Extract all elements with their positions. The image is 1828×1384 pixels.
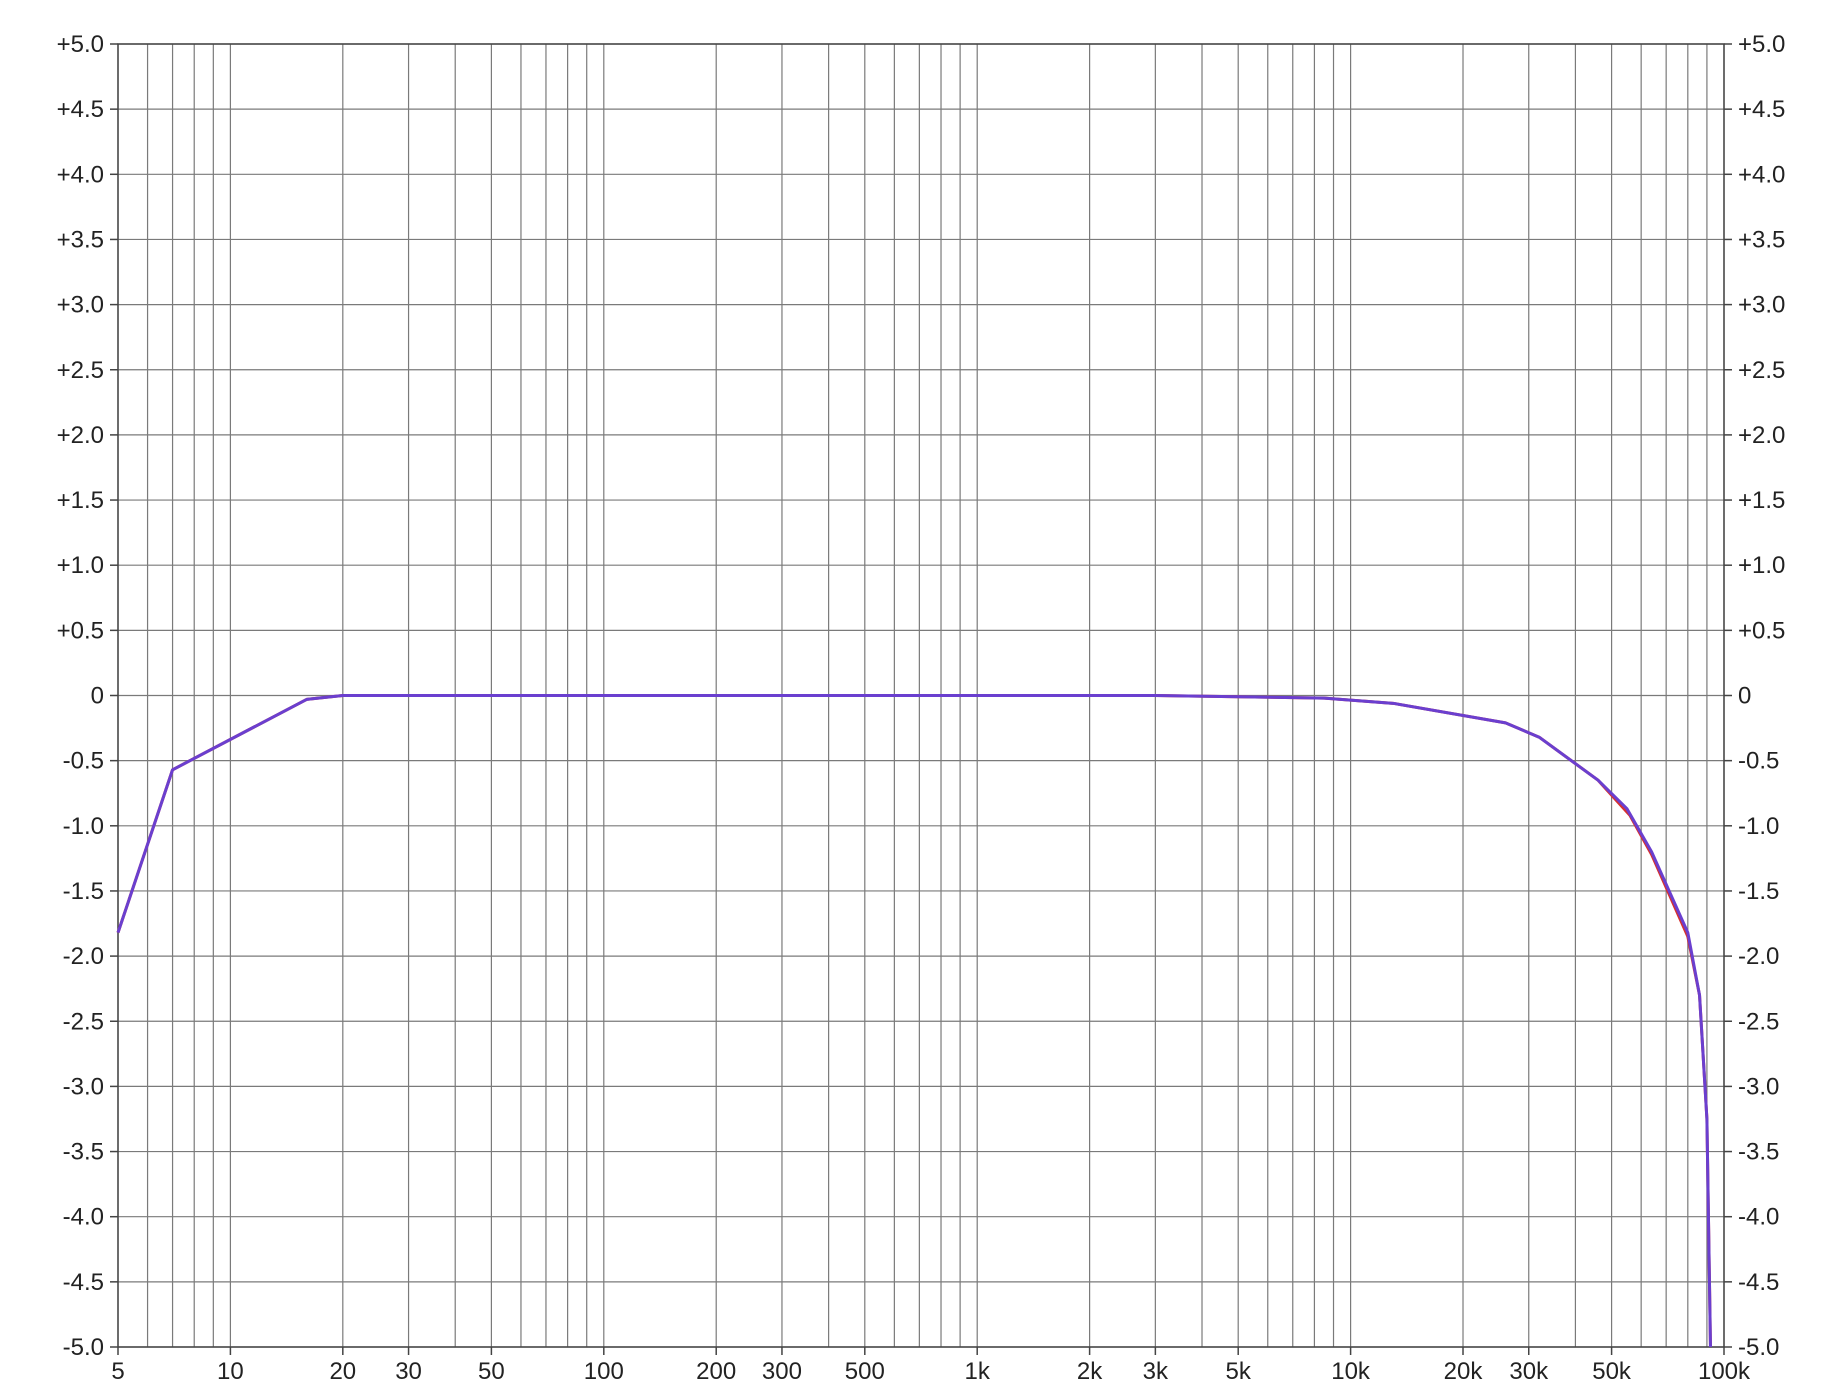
x-tick-label: 20 [329, 1358, 356, 1384]
y-tick-label-left: +4.5 [57, 96, 104, 123]
y-tick-label-right: -1.0 [1738, 813, 1779, 840]
y-tick-label-right: -3.0 [1738, 1073, 1779, 1100]
x-tick-label: 3k [1143, 1358, 1169, 1384]
y-axis-right: +5.0 +4.5 +4.0 +3.5 +3.0 +2.5 +2.0 +1.5 +1.0 +0.5… [1738, 31, 1785, 1361]
x-tick-label: 30 [395, 1358, 422, 1384]
y-tick-label-right: +5.0 [1738, 31, 1785, 58]
x-tick-label: 20k [1444, 1358, 1484, 1384]
y-tick-label-right: +3.5 [1738, 226, 1785, 253]
y-tick-label-right: +2.0 [1738, 422, 1785, 449]
y-tick-label-left: +2.5 [57, 357, 104, 384]
y-tick-label-right: +0.5 [1738, 617, 1785, 644]
y-tick-label-left: 0 [91, 683, 104, 710]
x-tick-label: 500 [845, 1358, 885, 1384]
y-tick-label-left: +3.0 [57, 292, 104, 319]
y-tick-label-left: -0.5 [63, 748, 104, 775]
y-tick-label-right: +1.5 [1738, 487, 1785, 514]
x-tick-label: 100 [584, 1358, 624, 1384]
x-tick-label: 200 [696, 1358, 736, 1384]
y-tick-label-right: +4.5 [1738, 96, 1785, 123]
y-tick-label-left: -1.5 [63, 878, 104, 905]
y-tick-label-right: +4.0 [1738, 161, 1785, 188]
y-tick-label-right: -4.5 [1738, 1269, 1779, 1296]
x-tick-label: 10 [217, 1358, 244, 1384]
x-tick-label: 2k [1077, 1358, 1103, 1384]
y-tick-label-right: -1.5 [1738, 878, 1779, 905]
y-tick-label-left: -2.5 [63, 1008, 104, 1035]
y-tick-label-left: -3.0 [63, 1073, 104, 1100]
y-tick-label-right: -2.0 [1738, 943, 1779, 970]
y-tick-label-right: -2.5 [1738, 1008, 1779, 1035]
x-tick-label: 5k [1226, 1358, 1252, 1384]
y-tick-label-right: +3.0 [1738, 292, 1785, 319]
x-tick-label: 5 [111, 1358, 124, 1384]
grid [110, 43, 1732, 1355]
x-tick-label: 50k [1592, 1358, 1632, 1384]
y-tick-label-left: +5.0 [57, 31, 104, 58]
y-tick-label-left: -1.0 [63, 813, 104, 840]
y-tick-label-left: -4.5 [63, 1269, 104, 1296]
x-tick-label: 30k [1509, 1358, 1549, 1384]
x-tick-label: 50 [478, 1358, 505, 1384]
y-axis-left: +5.0 +4.5 +4.0 +3.5 +3.0 +2.5 +2.0 +1.5 +1.0 +0.5… [57, 31, 104, 1361]
y-tick-label-left: +2.0 [57, 422, 104, 449]
x-tick-label: 300 [762, 1358, 802, 1384]
y-tick-label-right: +2.5 [1738, 357, 1785, 384]
y-tick-label-left: +4.0 [57, 161, 104, 188]
y-tick-label-left: -3.5 [63, 1139, 104, 1166]
y-tick-label-left: -5.0 [63, 1334, 104, 1361]
y-tick-label-left: +3.5 [57, 226, 104, 253]
y-tick-label-right: -3.5 [1738, 1139, 1779, 1166]
y-tick-label-left: +1.5 [57, 487, 104, 514]
y-tick-label-right: -5.0 [1738, 1334, 1779, 1361]
y-tick-label-right: 0 [1738, 683, 1751, 710]
y-tick-label-right: -0.5 [1738, 748, 1779, 775]
x-tick-label: 10k [1331, 1358, 1371, 1384]
x-tick-label: 1k [965, 1358, 991, 1384]
y-tick-label-left: +0.5 [57, 617, 104, 644]
y-tick-label-right: +1.0 [1738, 552, 1785, 579]
y-tick-label-left: -4.0 [63, 1204, 104, 1231]
y-tick-label-right: -4.0 [1738, 1204, 1779, 1231]
x-axis: 5 10 20 30 50 100 200 300 500 1k 2k 3k 5k 10k 20k 30k 50… [111, 1358, 1751, 1384]
x-tick-label: 100k [1698, 1358, 1751, 1384]
frequency-response-chart: +5.0 +4.5 +4.0 +3.5 +3.0 +2.5 +2.0 +1.5 +1.0 +0.5… [57, 31, 1786, 1384]
y-tick-label-left: +1.0 [57, 552, 104, 579]
y-tick-label-left: -2.0 [63, 943, 104, 970]
